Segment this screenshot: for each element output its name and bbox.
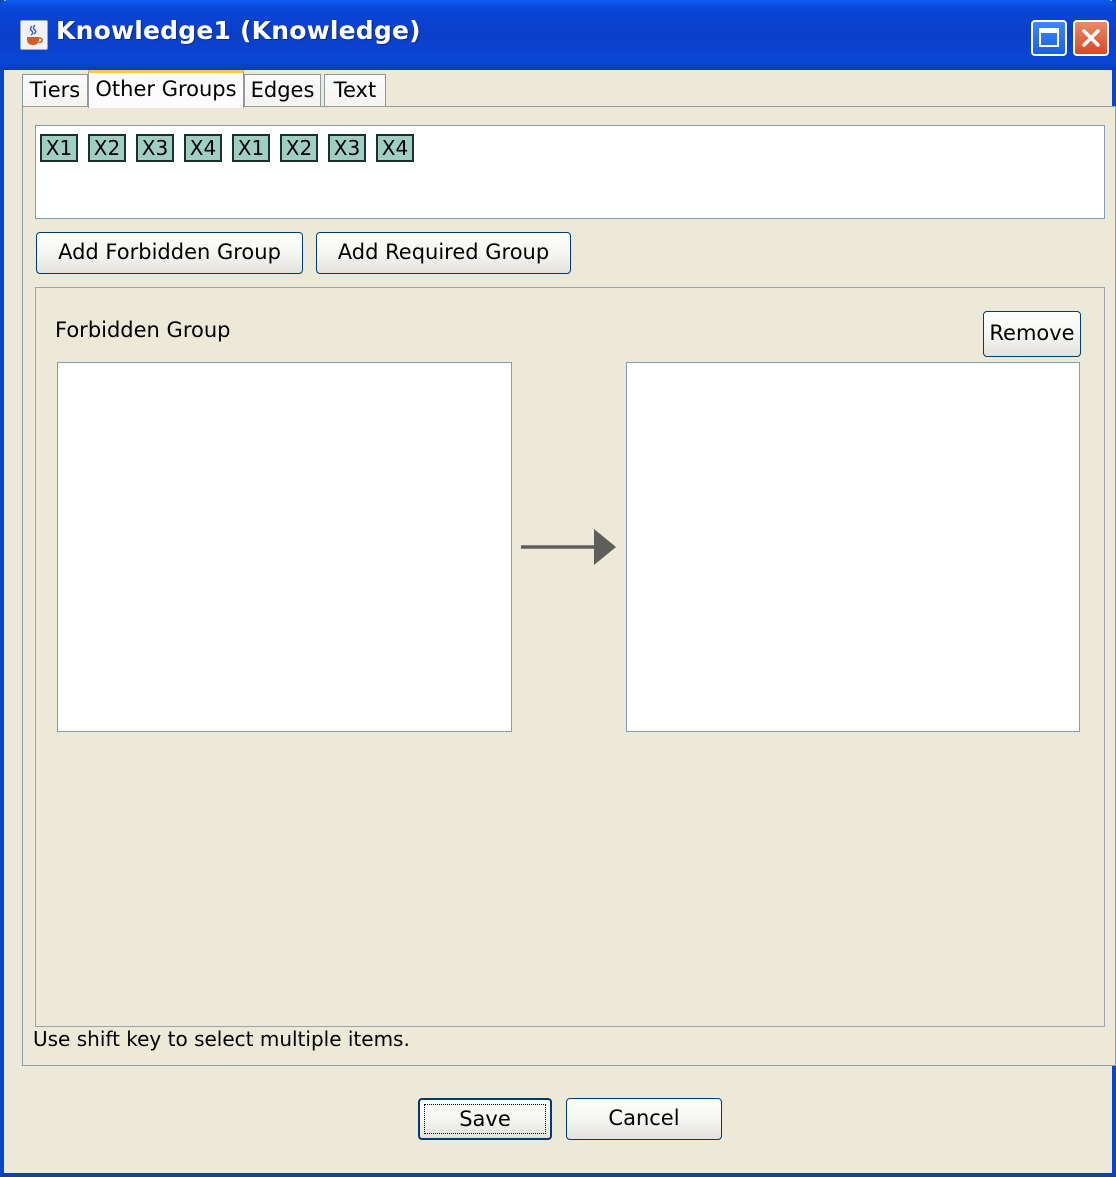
variable-chip[interactable]: X4 (376, 134, 414, 162)
tab-other-groups-label: Other Groups (95, 77, 237, 101)
variable-chip[interactable]: X2 (88, 134, 126, 162)
variable-palette: X1 X2 X3 X4 X1 X2 X3 X4 (35, 125, 1105, 219)
knowledge-dialog: Knowledge1 (Knowledge) Tiers Other Group… (0, 0, 1116, 1177)
tab-edges[interactable]: Edges (244, 74, 321, 106)
tab-tiers[interactable]: Tiers (22, 74, 88, 106)
variable-chip[interactable]: X3 (136, 134, 174, 162)
variable-chip[interactable]: X1 (40, 134, 78, 162)
tab-tiers-label: Tiers (29, 78, 81, 102)
tab-text[interactable]: Text (324, 74, 386, 106)
right-arrow-icon (521, 529, 616, 565)
variable-chip[interactable]: X3 (328, 134, 366, 162)
title-bar[interactable]: Knowledge1 (Knowledge) (0, 0, 1116, 70)
add-forbidden-group-button[interactable]: Add Forbidden Group (36, 232, 303, 274)
focus-indicator (424, 1104, 546, 1134)
remove-button[interactable]: Remove (983, 311, 1081, 357)
tab-text-label: Text (333, 78, 377, 102)
tab-other-groups[interactable]: Other Groups (88, 70, 244, 108)
selection-hint: Use shift key to select multiple items. (33, 1027, 410, 1051)
window-title: Knowledge1 (Knowledge) (56, 16, 421, 45)
save-button[interactable]: Save (418, 1098, 552, 1140)
group-editor: Forbidden Group Remove (35, 287, 1105, 1027)
variable-chip[interactable]: X4 (184, 134, 222, 162)
java-cup-icon (20, 20, 48, 50)
maximize-icon[interactable] (1031, 20, 1067, 56)
close-icon[interactable] (1073, 20, 1109, 56)
group-to-list[interactable] (626, 362, 1080, 732)
group-type-label: Forbidden Group (55, 318, 231, 342)
variable-chip[interactable]: X1 (232, 134, 270, 162)
other-groups-panel: X1 X2 X3 X4 X1 X2 X3 X4 Add Forbidden Gr… (22, 106, 1116, 1066)
tab-edges-label: Edges (250, 78, 315, 102)
add-required-group-button[interactable]: Add Required Group (316, 232, 571, 274)
variable-chip[interactable]: X2 (280, 134, 318, 162)
group-from-list[interactable] (57, 362, 512, 732)
cancel-button[interactable]: Cancel (566, 1098, 722, 1140)
